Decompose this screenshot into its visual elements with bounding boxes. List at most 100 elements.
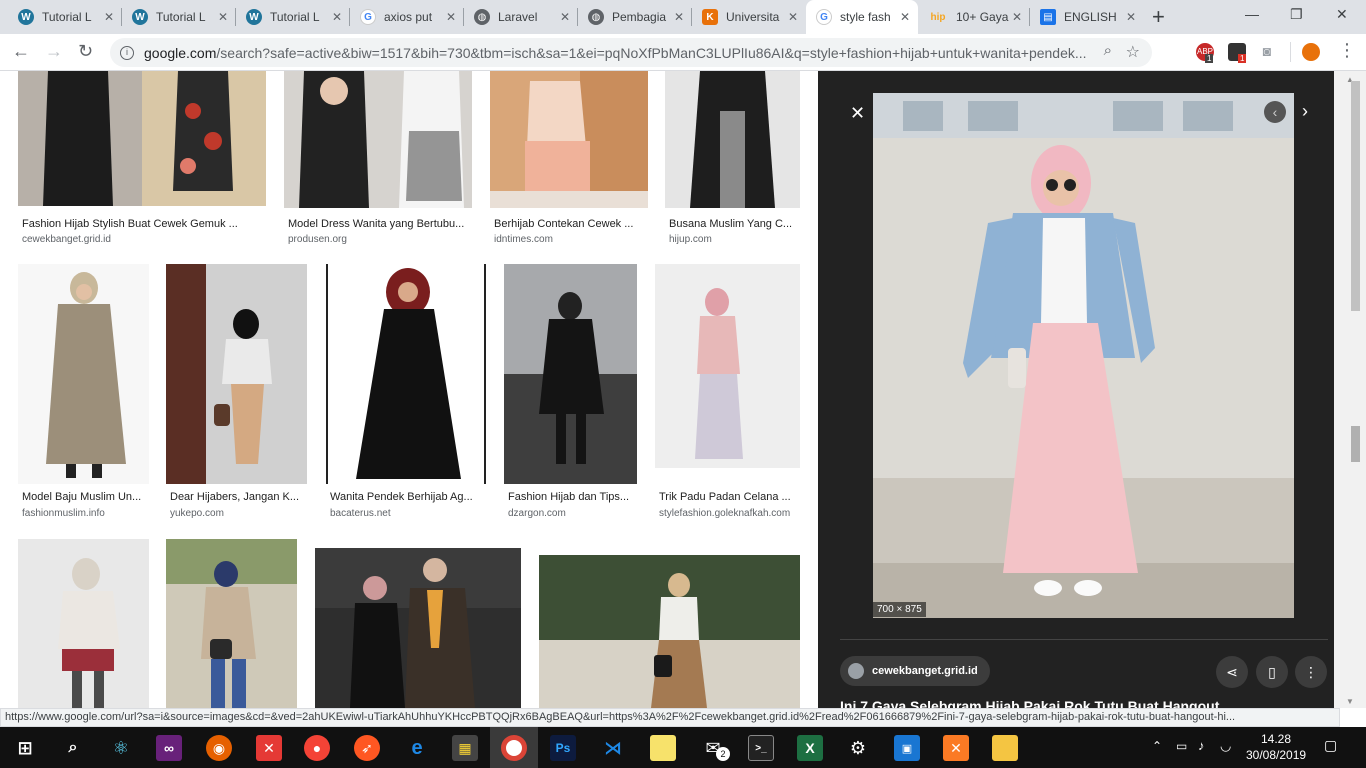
scroll-down-arrow-icon[interactable]: ▼ — [1346, 697, 1354, 706]
chrome-icon[interactable] — [501, 735, 527, 761]
excel-icon[interactable]: X — [797, 735, 823, 761]
result-card[interactable]: Fashion Hijab dan Tips... dzargon.com — [504, 264, 644, 524]
result-thumbnail[interactable] — [504, 264, 637, 484]
file-explorer-icon[interactable] — [992, 735, 1018, 761]
share-button[interactable]: ⋖ — [1216, 656, 1248, 688]
firefox-icon[interactable]: ◉ — [206, 735, 232, 761]
result-card[interactable]: Berhijab Contekan Cewek ... idntimes.com — [490, 71, 650, 251]
postman-icon[interactable]: ➶ — [354, 735, 380, 761]
close-tab-icon[interactable]: ✕ — [674, 10, 684, 24]
close-tab-icon[interactable]: ✕ — [560, 10, 570, 24]
result-title[interactable]: Wanita Pendek Berhijab Ag... — [330, 491, 490, 503]
more-options-button[interactable]: ⋮ — [1295, 656, 1327, 688]
close-tab-icon[interactable]: ✕ — [218, 10, 228, 24]
profile-avatar[interactable] — [1302, 43, 1320, 61]
result-card[interactable]: Fashion Hijab Stylish Buat Cewek Gemuk .… — [18, 71, 268, 251]
tab-universitas[interactable]: K Universita ✕ — [692, 0, 806, 34]
reload-icon[interactable]: ↻ — [78, 41, 93, 62]
search-icon[interactable]: ⌕ — [60, 735, 86, 761]
tab-tutorial-2[interactable]: W Tutorial L ✕ — [122, 0, 236, 34]
terminal-icon[interactable]: >_ — [748, 735, 774, 761]
info-icon[interactable]: i — [120, 45, 134, 60]
result-title[interactable]: Model Dress Wanita yang Bertubu... — [288, 218, 473, 230]
preview-image[interactable] — [873, 93, 1294, 618]
sticky-notes-icon[interactable] — [650, 735, 676, 761]
save-button[interactable]: ▯ — [1256, 656, 1288, 688]
result-title[interactable]: Busana Muslim Yang C... — [669, 218, 799, 230]
tab-pembagian[interactable]: ◍ Pembagia ✕ — [578, 0, 692, 34]
result-card[interactable]: Busana Muslim Yang C... hijup.com — [665, 71, 805, 251]
result-thumbnail[interactable] — [315, 548, 521, 708]
close-icon[interactable]: ✕ — [850, 103, 865, 124]
tab-english[interactable]: ▤ ENGLISH ✕ — [1030, 0, 1144, 34]
wifi-icon[interactable]: ◡ — [1220, 738, 1231, 754]
result-title[interactable]: Fashion Hijab dan Tips... — [508, 491, 638, 503]
result-title[interactable]: Fashion Hijab Stylish Buat Cewek Gemuk .… — [22, 218, 262, 230]
close-tab-icon[interactable]: ✕ — [446, 10, 456, 24]
photoshop-icon[interactable]: Ps — [550, 735, 576, 761]
tab-laravel[interactable]: ◍ Laravel ✕ — [464, 0, 578, 34]
scroll-thumb[interactable] — [1351, 81, 1360, 311]
edge-icon[interactable]: e — [404, 735, 430, 761]
minimize-button[interactable]: — — [1245, 6, 1259, 22]
new-tab-button[interactable]: + — [1152, 4, 1165, 30]
page-scrollbar[interactable]: ▲ ▼ — [1334, 71, 1366, 708]
result-card[interactable]: Dear Hijabers, Jangan K... yukepo.com — [166, 264, 311, 524]
battery-icon[interactable]: ▭ — [1176, 739, 1187, 753]
close-tab-icon[interactable]: ✕ — [1012, 10, 1022, 24]
tab-style-fashion[interactable]: G style fash ✕ — [806, 0, 918, 34]
result-card[interactable] — [315, 548, 525, 708]
result-thumbnail[interactable] — [490, 71, 648, 208]
back-arrow-icon[interactable]: ← — [12, 41, 30, 62]
result-title[interactable]: Dear Hijabers, Jangan K... — [170, 491, 308, 503]
address-bar[interactable]: i google.com/search?safe=active&biw=1517… — [110, 38, 1152, 67]
recorder-icon[interactable]: ● — [304, 735, 330, 761]
forward-arrow-icon[interactable]: → — [45, 41, 63, 62]
source-link-chip[interactable]: cewekbanget.grid.id — [840, 656, 990, 686]
result-card[interactable]: Trik Padu Padan Celana ... stylefashion.… — [655, 264, 805, 524]
tab-tutorial-3[interactable]: W Tutorial L ✕ — [236, 0, 350, 34]
result-card[interactable] — [18, 539, 153, 708]
atom-icon[interactable]: ⚛ — [108, 735, 134, 761]
result-thumbnail[interactable] — [655, 264, 800, 468]
xampp-control-icon[interactable]: ✕ — [943, 735, 969, 761]
result-thumbnail[interactable] — [665, 71, 800, 208]
close-tab-icon[interactable]: ✕ — [788, 10, 798, 24]
close-tab-icon[interactable]: ✕ — [332, 10, 342, 24]
result-thumbnail[interactable] — [18, 264, 149, 484]
result-thumbnail[interactable] — [284, 71, 472, 208]
xampp-icon[interactable]: ✕ — [256, 735, 282, 761]
preview-title[interactable]: Ini 7 Gaya Selebgram Hijab Pakai Rok Tut… — [840, 698, 1310, 708]
tab-axios[interactable]: G axios put ✕ — [350, 0, 464, 34]
close-tab-icon[interactable]: ✕ — [900, 10, 910, 24]
close-tab-icon[interactable]: ✕ — [104, 10, 114, 24]
vscode-icon[interactable]: ⋊ — [600, 735, 626, 761]
restore-button[interactable]: ❐ — [1290, 6, 1303, 23]
scroll-thumb-secondary[interactable] — [1351, 426, 1360, 462]
store-icon[interactable]: ▦ — [452, 735, 478, 761]
result-title[interactable]: Berhijab Contekan Cewek ... — [494, 218, 644, 230]
result-card[interactable]: Model Dress Wanita yang Bertubu... produ… — [284, 71, 474, 251]
tab-tutorial-1[interactable]: W Tutorial L ✕ — [8, 0, 122, 34]
result-thumbnail[interactable] — [166, 539, 297, 708]
result-title[interactable]: Trik Padu Padan Celana ... — [659, 491, 804, 503]
result-thumbnail[interactable] — [326, 264, 487, 484]
previous-arrow-icon[interactable]: ‹ — [1264, 101, 1286, 123]
bookmark-star-icon[interactable]: ☆ — [1126, 42, 1140, 62]
remote-desktop-icon[interactable]: ▣ — [894, 735, 920, 761]
volume-icon[interactable]: ♪ — [1198, 738, 1205, 753]
system-clock[interactable]: 14.28 30/08/2019 — [1246, 731, 1306, 763]
result-card[interactable]: Model Baju Muslim Un... fashionmuslim.in… — [18, 264, 153, 524]
result-card[interactable] — [166, 539, 301, 708]
result-thumbnail[interactable] — [166, 264, 307, 484]
result-title[interactable]: Model Baju Muslim Un... — [22, 491, 150, 503]
visual-studio-icon[interactable]: ∞ — [156, 735, 182, 761]
result-thumbnail[interactable] — [539, 555, 800, 708]
result-card[interactable] — [539, 555, 804, 708]
close-tab-icon[interactable]: ✕ — [1126, 10, 1136, 24]
settings-gear-icon[interactable]: ⚙ — [845, 735, 871, 761]
tab-gaya[interactable]: hip 10+ Gaya ✕ — [918, 0, 1030, 34]
result-thumbnail[interactable] — [18, 71, 266, 206]
result-thumbnail[interactable] — [18, 539, 149, 708]
next-arrow-icon[interactable]: › — [1302, 101, 1308, 122]
